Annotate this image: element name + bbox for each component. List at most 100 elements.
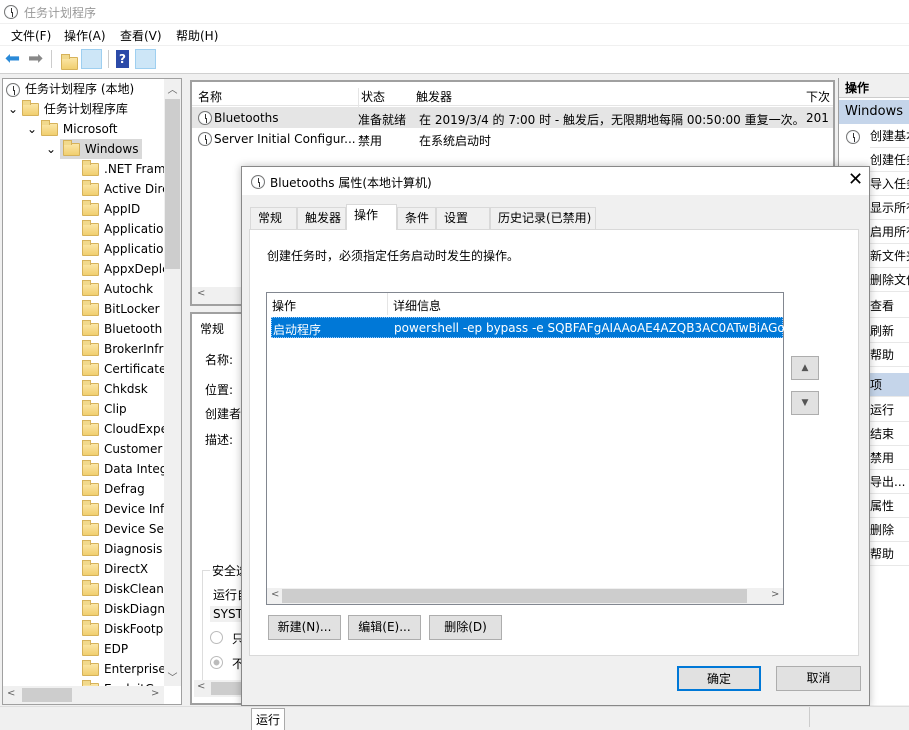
action-item[interactable]: 创建基本	[870, 124, 909, 148]
menu-help[interactable]: 帮助(H)	[176, 27, 218, 44]
tab-settings[interactable]: 设置	[436, 207, 490, 229]
action-item[interactable]: 启用所有	[870, 220, 909, 244]
scroll-right-icon[interactable]: >	[771, 589, 779, 600]
chevron-down-icon[interactable]: ⌄	[46, 142, 56, 156]
move-down-button[interactable]: ▼	[791, 391, 819, 415]
tree-item[interactable]: Defrag	[82, 479, 164, 499]
tree-item[interactable]: Certificate!	[82, 359, 164, 379]
scroll-left-icon[interactable]: <	[7, 688, 15, 699]
col-name[interactable]: 名称	[198, 88, 222, 105]
tree-vscrollbar[interactable]: ︿ ﹀	[164, 79, 181, 686]
forward-arrow-icon[interactable]: ➡	[28, 48, 43, 69]
action-item[interactable]: 刷新	[870, 319, 909, 343]
edit-button[interactable]: 编辑(E)...	[348, 615, 421, 640]
tree-item[interactable]: Active Dire	[82, 179, 164, 199]
tree-item[interactable]: Enterprise	[82, 659, 164, 679]
action-item[interactable]: 运行	[870, 398, 909, 422]
back-arrow-icon[interactable]: ⬅	[5, 48, 20, 69]
action-item[interactable]: 导入任务	[870, 172, 909, 196]
tree-library[interactable]: ⌄ 任务计划程序库	[8, 99, 128, 119]
tree-item[interactable]: BrokerInfr	[82, 339, 164, 359]
scroll-left-icon[interactable]: <	[197, 681, 205, 692]
tree-item[interactable]: CloudExpe	[82, 419, 164, 439]
tree-item[interactable]: .NET Fram	[82, 159, 164, 179]
table-row[interactable]: Bluetooths 准备就绪 在 2019/3/4 的 7:00 时 - 触发…	[192, 107, 833, 128]
tree-item[interactable]: Diagnosis	[82, 539, 164, 559]
tab-actions[interactable]: 操作	[346, 204, 397, 230]
up-folder-icon[interactable]	[61, 54, 78, 70]
scroll-left-icon[interactable]: <	[271, 589, 279, 600]
scroll-up-icon[interactable]: ︿	[164, 81, 181, 96]
action-item[interactable]: 查看	[870, 294, 909, 318]
tree-item[interactable]: Chkdsk	[82, 379, 164, 399]
col-details[interactable]: 详细信息	[393, 297, 441, 314]
action-item[interactable]: 删除文件	[870, 268, 909, 292]
action-item[interactable]: 结束	[870, 422, 909, 446]
tab-triggers[interactable]: 触发器	[297, 207, 346, 229]
menu-action[interactable]: 操作(A)	[64, 27, 106, 44]
new-button[interactable]: 新建(N)...	[268, 615, 341, 640]
action-item[interactable]: 禁用	[870, 446, 909, 470]
tree-item[interactable]: Customer	[82, 439, 164, 459]
scroll-thumb[interactable]	[282, 589, 747, 603]
tab-conditions[interactable]: 条件	[397, 207, 436, 229]
show-hide-console-tree-icon[interactable]	[81, 49, 102, 69]
radio-run-only-logged-on[interactable]	[210, 631, 223, 644]
action-item[interactable]: 显示所有	[870, 196, 909, 220]
tab-general[interactable]: 常规	[200, 320, 224, 337]
details-hscrollbar[interactable]: <	[194, 680, 244, 697]
tree-item[interactable]: DirectX	[82, 559, 164, 579]
tree-item[interactable]: DiskFootp	[82, 619, 164, 639]
action-item[interactable]: 删除	[870, 518, 909, 542]
tree-item[interactable]: Applicatior	[82, 239, 164, 259]
tab-general[interactable]: 常规	[250, 207, 297, 229]
tree-item[interactable]: Applicatior	[82, 219, 164, 239]
col-action[interactable]: 操作	[272, 297, 296, 314]
tree-item[interactable]: DiskDiagn	[82, 599, 164, 619]
action-item[interactable]: 属性	[870, 494, 909, 518]
tree-item[interactable]: BitLocker	[82, 299, 164, 319]
scroll-down-icon[interactable]: ﹀	[164, 669, 181, 684]
delete-button[interactable]: 删除(D)	[429, 615, 502, 640]
move-up-button[interactable]: ▲	[791, 356, 819, 380]
close-icon[interactable]: ✕	[848, 169, 863, 190]
tree-item[interactable]: AppID	[82, 199, 164, 219]
tree-microsoft[interactable]: ⌄ Microsoft	[27, 119, 118, 139]
tree-item[interactable]: AppxDeplc	[82, 259, 164, 279]
help-icon[interactable]: ?	[116, 50, 129, 68]
col-trigger[interactable]: 触发器	[416, 88, 452, 105]
action-item[interactable]: 帮助	[870, 343, 909, 367]
scroll-thumb[interactable]	[165, 99, 180, 269]
tree-item[interactable]: Data Integ	[82, 459, 164, 479]
cancel-button[interactable]: 取消	[776, 666, 861, 691]
action-item[interactable]: 创建任务	[870, 148, 909, 172]
chevron-down-icon[interactable]: ⌄	[8, 102, 18, 116]
scroll-right-icon[interactable]: >	[151, 688, 159, 699]
action-item[interactable]: 帮助	[870, 542, 909, 566]
menu-file[interactable]: 文件(F)	[11, 27, 51, 44]
actions-hscrollbar[interactable]: < >	[267, 588, 783, 604]
tree-hscrollbar[interactable]: < >	[3, 686, 164, 704]
tree-root[interactable]: 任务计划程序 (本地)	[6, 79, 134, 99]
actions-section-windows[interactable]: Windows	[839, 100, 909, 124]
tree-item[interactable]: Bluetooth	[82, 319, 164, 339]
ok-button[interactable]: 确定	[677, 666, 761, 691]
action-item[interactable]: 导出...	[870, 470, 909, 494]
tree-windows[interactable]: ⌄ Windows	[46, 139, 143, 159]
scroll-thumb[interactable]	[211, 682, 244, 695]
radio-run-whether-logged-on[interactable]	[210, 656, 223, 669]
actions-section-selected-item[interactable]: 项	[870, 373, 909, 397]
table-row[interactable]: Server Initial Configur... 禁用 在系统启动时	[192, 128, 833, 149]
tree-item[interactable]: Clip	[82, 399, 164, 419]
tree-item[interactable]: Device Set	[82, 519, 164, 539]
show-hide-action-pane-icon[interactable]	[135, 49, 156, 69]
menu-view[interactable]: 查看(V)	[120, 27, 162, 44]
tree-item[interactable]: DiskCleanu	[82, 579, 164, 599]
scroll-thumb[interactable]	[22, 688, 72, 702]
chevron-down-icon[interactable]: ⌄	[27, 122, 37, 136]
tree-item[interactable]: EDP	[82, 639, 164, 659]
table-row[interactable]: 启动程序 powershell -ep bypass -e SQBFAFgAIA…	[271, 317, 784, 338]
tree-item[interactable]: Autochk	[82, 279, 164, 299]
tab-history[interactable]: 历史记录(已禁用)	[490, 207, 596, 229]
scroll-left-icon[interactable]: <	[197, 288, 205, 299]
